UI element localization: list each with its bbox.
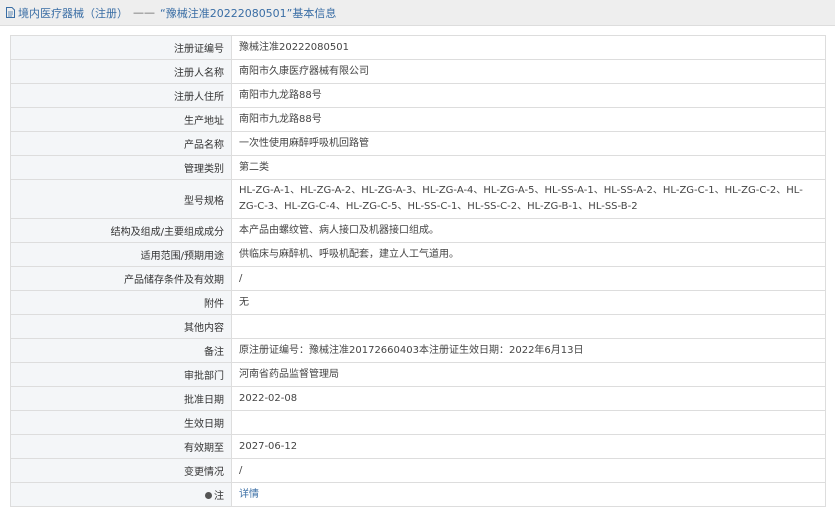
note-value-cell: 详情 (231, 482, 826, 507)
table-row: 批准日期 2022-02-08 (10, 386, 826, 411)
info-icon (205, 491, 212, 499)
table-row: 适用范围/预期用途 供临床与麻醉机、呼吸机配套，建立人工气道用。 (10, 242, 826, 267)
row-value: 南阳市久康医疗器械有限公司 (231, 59, 826, 84)
row-label: 生产地址 (10, 107, 232, 132)
row-value: / (231, 458, 826, 483)
row-label: 批准日期 (10, 386, 232, 411)
table-row: 生效日期 (10, 410, 826, 435)
row-value (231, 410, 826, 435)
row-label: 注册证编号 (10, 35, 232, 60)
table-row: 其他内容 (10, 314, 826, 339)
table-row: 结构及组成/主要组成成分 本产品由螺纹管、病人接口及机器接口组成。 (10, 218, 826, 243)
row-value: 本产品由螺纹管、病人接口及机器接口组成。 (231, 218, 826, 243)
row-label: 产品名称 (10, 131, 232, 156)
detail-link[interactable]: 详情 (239, 489, 259, 500)
row-value: / (231, 266, 826, 291)
row-value: HL-ZG-A-1、HL-ZG-A-2、HL-ZG-A-3、HL-ZG-A-4、… (231, 179, 826, 219)
row-label: 附件 (10, 290, 232, 315)
table-row: 管理类别 第二类 (10, 155, 826, 180)
row-label: 管理类别 (10, 155, 232, 180)
row-label: 注册人名称 (10, 59, 232, 84)
row-value: 供临床与麻醉机、呼吸机配套，建立人工气道用。 (231, 242, 826, 267)
breadcrumb-section[interactable]: 境内医疗器械（注册） (18, 5, 128, 21)
row-label: 其他内容 (10, 314, 232, 339)
breadcrumb-separator: —— (133, 6, 155, 19)
note-label-cell: 注 (10, 482, 232, 507)
breadcrumb-current: “豫械注准20222080501”基本信息 (160, 6, 337, 20)
row-value: 无 (231, 290, 826, 315)
table-row: 产品储存条件及有效期 / (10, 266, 826, 291)
document-icon (6, 7, 15, 18)
table-row: 产品名称 一次性使用麻醉呼吸机回路管 (10, 131, 826, 156)
table-row: 附件 无 (10, 290, 826, 315)
page-header: 境内医疗器械（注册） —— “豫械注准20222080501”基本信息 (0, 0, 835, 26)
row-label: 生效日期 (10, 410, 232, 435)
row-value: 河南省药品监督管理局 (231, 362, 826, 387)
note-label: 注 (214, 491, 224, 502)
table-row: 注册人住所 南阳市九龙路88号 (10, 83, 826, 108)
table-row: 型号规格 HL-ZG-A-1、HL-ZG-A-2、HL-ZG-A-3、HL-ZG… (10, 179, 826, 219)
row-label: 结构及组成/主要组成成分 (10, 218, 232, 243)
table-row: 注册人名称 南阳市久康医疗器械有限公司 (10, 59, 826, 84)
row-label: 审批部门 (10, 362, 232, 387)
row-value: 南阳市九龙路88号 (231, 107, 826, 132)
row-label: 注册人住所 (10, 83, 232, 108)
row-value: 2022-02-08 (231, 386, 826, 411)
table-row: 审批部门 河南省药品监督管理局 (10, 362, 826, 387)
row-label: 型号规格 (10, 179, 232, 219)
info-table: 注册证编号 豫械注准20222080501 注册人名称 南阳市久康医疗器械有限公… (10, 35, 826, 507)
row-label: 适用范围/预期用途 (10, 242, 232, 267)
table-row: 变更情况 / (10, 458, 826, 483)
row-value (231, 314, 826, 339)
row-label: 有效期至 (10, 434, 232, 459)
row-label: 产品储存条件及有效期 (10, 266, 232, 291)
row-label: 变更情况 (10, 458, 232, 483)
row-value: 豫械注准20222080501 (231, 35, 826, 60)
table-row: 备注 原注册证编号：豫械注准20172660403本注册证生效日期：2022年6… (10, 338, 826, 363)
note-row: 注 详情 (10, 482, 826, 507)
row-value: 一次性使用麻醉呼吸机回路管 (231, 131, 826, 156)
row-value: 第二类 (231, 155, 826, 180)
row-value: 南阳市九龙路88号 (231, 83, 826, 108)
row-label: 备注 (10, 338, 232, 363)
table-row: 有效期至 2027-06-12 (10, 434, 826, 459)
table-row: 生产地址 南阳市九龙路88号 (10, 107, 826, 132)
table-row: 注册证编号 豫械注准20222080501 (10, 35, 826, 60)
row-value: 原注册证编号：豫械注准20172660403本注册证生效日期：2022年6月13… (231, 338, 826, 363)
row-value: 2027-06-12 (231, 434, 826, 459)
